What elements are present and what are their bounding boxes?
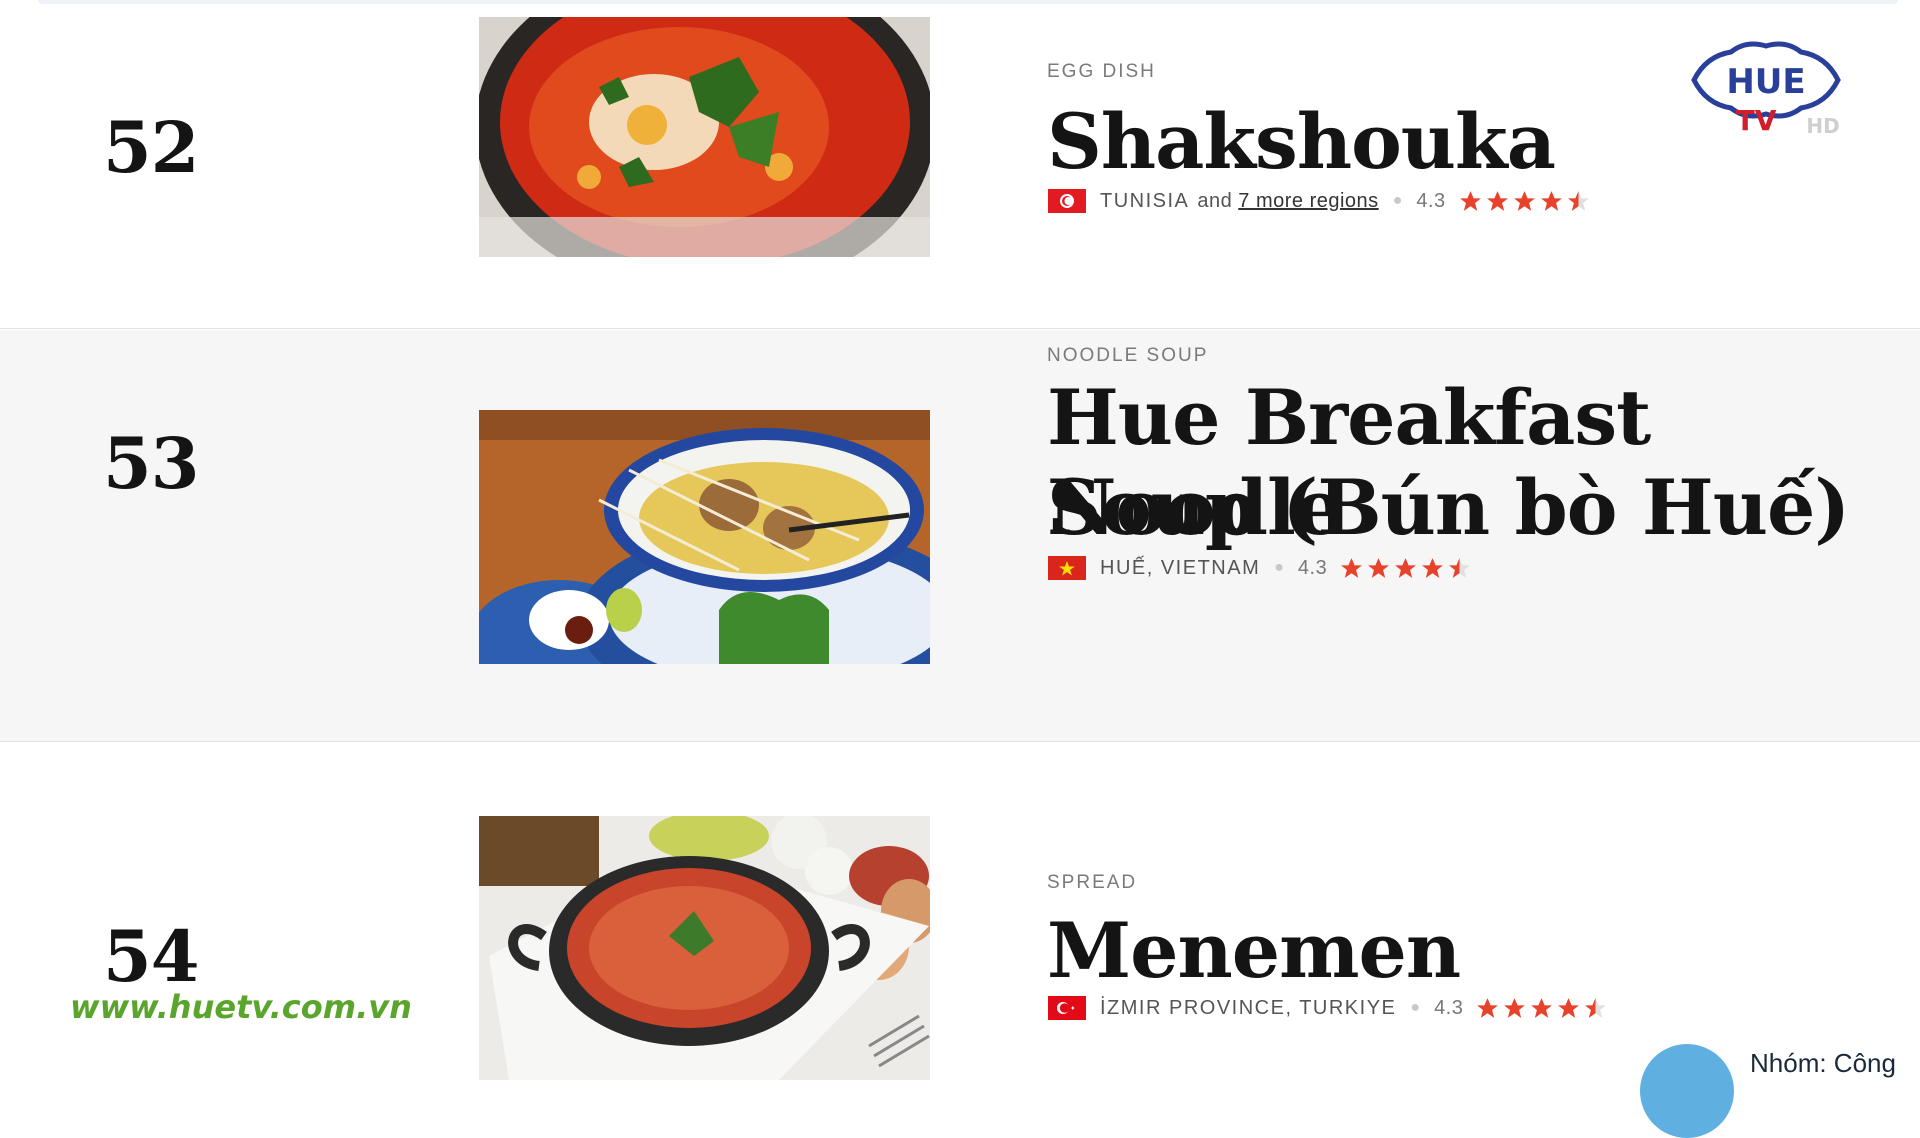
star-icon	[1368, 557, 1390, 578]
list-item-54[interactable]: 54 SPREAD Menemen İZMIR PROVINCE, TURKIY…	[0, 743, 1920, 1080]
more-regions-link[interactable]: 7 more regions	[1238, 190, 1378, 213]
dish-meta: HUẾ, VIETNAM ● 4.3	[1048, 553, 1472, 583]
rating-stars	[1339, 556, 1472, 581]
separator-dot: ●	[1274, 559, 1284, 576]
dish-title[interactable]: Shakshouka	[1047, 97, 1556, 187]
half-star-icon	[1585, 997, 1607, 1018]
rating-value: 4.3	[1434, 996, 1464, 1019]
star-icon	[1513, 190, 1535, 211]
logo-sub-text: TV	[1736, 104, 1777, 137]
region-label: TUNISIA	[1100, 189, 1190, 212]
star-icon	[1540, 190, 1562, 211]
half-star-icon	[1449, 557, 1471, 578]
dish-title-line-2[interactable]: Soup (Bún bò Huế)	[1047, 463, 1850, 553]
list-item-53[interactable]: 53 NOODLE SOUP Hue Breakfast Noodle Soup…	[0, 330, 1920, 742]
separator-dot: ●	[1392, 192, 1403, 209]
separator-dot: ●	[1410, 999, 1421, 1016]
rank-number: 52	[103, 106, 199, 189]
huetv-logo: HUE TV HD	[1686, 38, 1846, 138]
region-and: and	[1197, 189, 1233, 212]
dish-image-menemen[interactable]	[479, 816, 930, 1080]
logo-hd-text: HD	[1806, 114, 1839, 138]
group-badge: Nhóm: Công	[1640, 1040, 1920, 1138]
rank-number: 54	[103, 915, 199, 998]
star-icon	[1422, 557, 1444, 578]
search-strip	[38, 0, 1898, 4]
star-icon	[1504, 997, 1526, 1018]
star-icon	[1477, 997, 1499, 1018]
vietnam-flag-icon	[1048, 556, 1086, 580]
list-item-52[interactable]: 52 EGG DISH Shakshouka TUNISIA and 7 mor…	[0, 16, 1920, 329]
rating-value: 4.3	[1416, 189, 1446, 212]
star-icon	[1459, 190, 1481, 211]
website-watermark: www.huetv.com.vn	[70, 988, 412, 1026]
top-bar	[0, 0, 1920, 17]
rating-stars	[1458, 189, 1591, 214]
star-icon	[1558, 997, 1580, 1018]
star-icon	[1486, 190, 1508, 211]
star-icon	[1395, 557, 1417, 578]
rank-number: 53	[103, 422, 199, 505]
dish-meta: İZMIR PROVINCE, TURKIYE ● 4.3	[1048, 993, 1608, 1023]
tunisia-flag-icon	[1048, 189, 1086, 213]
category-label: EGG DISH	[1047, 61, 1156, 82]
region-label: HUẾ, VIETNAM	[1100, 556, 1261, 579]
rating-stars	[1475, 996, 1608, 1021]
star-icon	[1531, 997, 1553, 1018]
dish-image-shakshouka[interactable]	[479, 17, 930, 257]
category-label: NOODLE SOUP	[1047, 345, 1209, 366]
dish-meta: TUNISIA and 7 more regions ● 4.3	[1048, 186, 1591, 216]
dish-image-bun-bo-hue[interactable]	[479, 410, 930, 664]
turkey-flag-icon	[1048, 996, 1086, 1020]
category-label: SPREAD	[1047, 872, 1138, 893]
group-avatar	[1640, 1044, 1734, 1138]
dish-title[interactable]: Menemen	[1047, 906, 1461, 996]
star-icon	[1341, 557, 1363, 578]
group-badge-text: Nhóm: Công	[1750, 1048, 1896, 1078]
rating-value: 4.3	[1297, 556, 1328, 579]
half-star-icon	[1567, 190, 1589, 211]
region-label: İZMIR PROVINCE, TURKIYE	[1100, 996, 1397, 1019]
logo-main-text: HUE	[1726, 62, 1805, 102]
